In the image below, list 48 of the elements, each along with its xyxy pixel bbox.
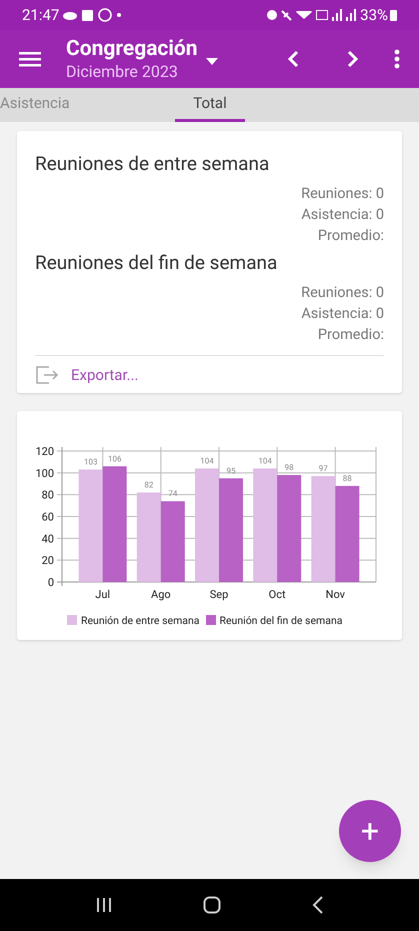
app-subtitle: Diciembre 2023 bbox=[66, 62, 179, 82]
bar-value-label: 98 bbox=[284, 462, 294, 472]
bar-value-label: 104 bbox=[200, 456, 214, 465]
dropdown-caret-icon[interactable] bbox=[206, 58, 218, 64]
y-tick-label: 80 bbox=[42, 488, 54, 502]
export-icon bbox=[35, 366, 59, 384]
x-tick-label: Ago bbox=[151, 588, 171, 600]
home-icon[interactable] bbox=[202, 896, 220, 914]
stat-text: Asistencia: 0 bbox=[301, 205, 384, 225]
section-title: Reuniones del fin de semana bbox=[35, 250, 278, 276]
app-title: Congregación bbox=[66, 36, 198, 62]
stat-text: Reuniones: 0 bbox=[301, 283, 384, 303]
recent-apps-icon[interactable] bbox=[96, 897, 112, 913]
x-tick-label: Sep bbox=[210, 588, 228, 600]
y-tick-label: 60 bbox=[42, 510, 54, 523]
y-tick-label: 0 bbox=[48, 576, 54, 588]
legend-label: Reunión del fin de semana bbox=[220, 612, 342, 628]
section-title: Reuniones de entre semana bbox=[35, 151, 270, 177]
bar-value-label: 82 bbox=[144, 480, 154, 489]
y-tick-label: 100 bbox=[35, 466, 54, 480]
battery-icon bbox=[390, 9, 397, 21]
stat-text: Promedio: bbox=[318, 325, 384, 345]
x-tick-label: Oct bbox=[268, 588, 286, 600]
bar-value-label: 95 bbox=[226, 466, 236, 475]
bar-value-label: 104 bbox=[258, 456, 272, 465]
stat-text: Asistencia: 0 bbox=[301, 304, 384, 324]
wifi-icon bbox=[296, 11, 312, 19]
stat-text: Reuniones: 0 bbox=[301, 184, 384, 204]
bar-value-label: 106 bbox=[108, 454, 122, 463]
dot-icon bbox=[117, 13, 122, 17]
x-tick-label: Jul bbox=[95, 588, 110, 600]
y-tick-label: 120 bbox=[35, 444, 54, 458]
y-tick-label: 20 bbox=[42, 554, 54, 567]
legend-label: Reunión de entre semana bbox=[81, 612, 200, 628]
tab[interactable]: Total bbox=[175, 88, 245, 122]
signal-icon bbox=[346, 9, 356, 21]
bar-value-label: 103 bbox=[84, 457, 98, 466]
back-icon[interactable] bbox=[312, 896, 324, 914]
signal-icon bbox=[332, 9, 342, 21]
stat-text: Promedio: bbox=[318, 226, 384, 246]
export-button[interactable]: Exportar... bbox=[35, 364, 139, 386]
add-button[interactable]: + bbox=[339, 800, 401, 862]
battery-percentage: 33% bbox=[360, 4, 388, 26]
status-time: 21:47 bbox=[22, 4, 60, 26]
y-tick-label: 40 bbox=[42, 532, 54, 545]
bar-value-label: 97 bbox=[318, 464, 328, 473]
bar-value-label: 88 bbox=[342, 473, 352, 482]
x-tick-label: Nov bbox=[326, 588, 345, 600]
